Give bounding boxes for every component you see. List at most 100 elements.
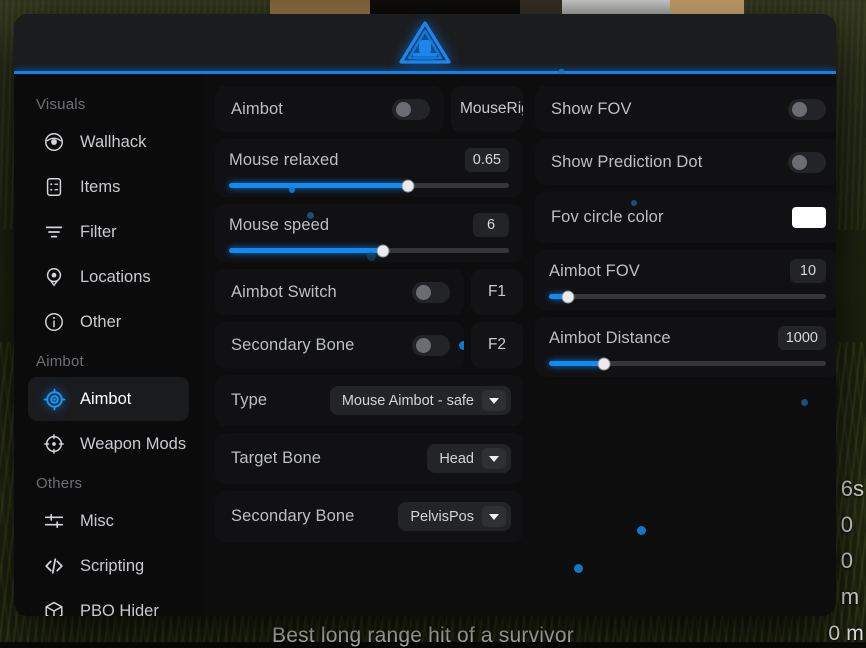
sidebar-item-label: Filter bbox=[80, 223, 117, 242]
type-label: Type bbox=[231, 391, 330, 410]
aimbot-switch-card[interactable]: Aimbot Switch bbox=[215, 269, 464, 315]
aimbot-switch-toggle[interactable] bbox=[412, 282, 450, 303]
aimbot-keybind[interactable]: MouseRight bbox=[451, 86, 523, 132]
secondary-bone-toggle-label: Secondary Bone bbox=[231, 336, 412, 355]
secondary-bone-value: PelvisPos bbox=[410, 509, 474, 525]
aimbot-switch-row: Aimbot Switch F1 bbox=[215, 269, 523, 315]
crosshair-icon bbox=[42, 432, 66, 456]
fov-settings-column: Show FOV Show Prediction Dot Fov circle … bbox=[535, 86, 836, 616]
slider-fill bbox=[549, 361, 604, 366]
aimbot-distance-label: Aimbot Distance bbox=[549, 329, 671, 348]
hud-stat-line: m bbox=[841, 584, 859, 610]
settings-content: Aimbot MouseRight Mouse relaxed 0.65 bbox=[203, 74, 836, 616]
slider-handle[interactable] bbox=[562, 290, 575, 303]
mouse-relaxed-label: Mouse relaxed bbox=[229, 151, 339, 170]
game-hud-distance: 0 m bbox=[828, 622, 864, 646]
show-prediction-dot-toggle[interactable] bbox=[788, 152, 826, 173]
secondary-bone-keybind-label: F2 bbox=[488, 336, 506, 354]
sidebar-group-label-others: Others bbox=[14, 467, 203, 498]
show-fov-label: Show FOV bbox=[551, 100, 788, 119]
secondary-bone-toggle-card[interactable]: Secondary Bone bbox=[215, 322, 464, 368]
fov-circle-color-swatch[interactable] bbox=[792, 207, 826, 228]
sidebar-item-misc[interactable]: Misc bbox=[28, 499, 189, 543]
secondary-bone-toggle[interactable] bbox=[412, 335, 450, 356]
aimbot-distance-value[interactable]: 1000 bbox=[778, 326, 826, 350]
aimbot-switch-keybind[interactable]: F1 bbox=[471, 269, 523, 315]
slider-handle[interactable] bbox=[402, 179, 415, 192]
menu-body: Visuals Wallhack bbox=[14, 74, 836, 616]
secondary-bone-keybind[interactable]: F2 bbox=[471, 322, 523, 368]
box-icon bbox=[42, 599, 66, 616]
target-bone-label: Target Bone bbox=[231, 449, 427, 468]
type-dropdown[interactable]: Mouse Aimbot - safe bbox=[330, 386, 511, 415]
aimbot-fov-card: Aimbot FOV 10 bbox=[535, 250, 836, 310]
sidebar-item-locations[interactable]: Locations bbox=[28, 255, 189, 299]
aimbot-fov-value[interactable]: 10 bbox=[790, 259, 826, 283]
sidebar-item-label: Items bbox=[80, 178, 120, 197]
show-prediction-dot-label: Show Prediction Dot bbox=[551, 153, 788, 172]
sidebar-item-label: Scripting bbox=[80, 557, 144, 576]
sidebar-item-wallhack[interactable]: Wallhack bbox=[28, 120, 189, 164]
aimbot-toggle[interactable] bbox=[392, 99, 430, 120]
aimbot-fov-slider[interactable] bbox=[549, 294, 826, 299]
aimbot-fov-label: Aimbot FOV bbox=[549, 262, 640, 281]
mouse-relaxed-value[interactable]: 0.65 bbox=[465, 148, 509, 172]
hud-stat-line: 0 bbox=[841, 548, 853, 574]
chevron-down-icon[interactable] bbox=[482, 506, 506, 527]
sidebar-navigation: Visuals Wallhack bbox=[14, 74, 203, 616]
code-icon bbox=[42, 554, 66, 578]
map-pin-icon bbox=[42, 265, 66, 289]
slider-fill bbox=[229, 248, 383, 253]
sidebar-item-aimbot[interactable]: Aimbot bbox=[28, 377, 189, 421]
target-icon bbox=[42, 387, 66, 411]
show-prediction-dot-card[interactable]: Show Prediction Dot bbox=[535, 139, 836, 185]
show-fov-toggle[interactable] bbox=[788, 99, 826, 120]
mouse-speed-value[interactable]: 6 bbox=[473, 213, 509, 237]
cheat-menu-window: Visuals Wallhack bbox=[14, 14, 836, 616]
sidebar-item-label: Locations bbox=[80, 268, 151, 287]
mouse-relaxed-slider[interactable] bbox=[229, 183, 509, 188]
aimbot-distance-card: Aimbot Distance 1000 bbox=[535, 317, 836, 377]
slider-handle[interactable] bbox=[377, 244, 390, 257]
sidebar-item-label: Wallhack bbox=[80, 133, 146, 152]
aimbot-toggle-card[interactable]: Aimbot bbox=[215, 86, 444, 132]
aimbot-distance-slider[interactable] bbox=[549, 361, 826, 366]
aimbot-row: Aimbot MouseRight bbox=[215, 86, 523, 132]
sidebar-item-pbo-hider[interactable]: PBO Hider bbox=[28, 589, 189, 616]
aimbot-keybind-label: MouseRight bbox=[460, 100, 523, 118]
target-bone-value: Head bbox=[439, 451, 474, 467]
secondary-bone-dropdown[interactable]: PelvisPos bbox=[398, 502, 511, 531]
mouse-relaxed-card: Mouse relaxed 0.65 bbox=[215, 139, 523, 197]
sidebar-group-label-visuals: Visuals bbox=[14, 88, 203, 119]
aimbot-settings-column: Aimbot MouseRight Mouse relaxed 0.65 bbox=[215, 86, 523, 616]
aimbot-switch-keybind-label: F1 bbox=[488, 283, 506, 301]
show-fov-card[interactable]: Show FOV bbox=[535, 86, 836, 132]
hud-stat-line: 6s bbox=[841, 476, 864, 502]
secondary-bone-select-label: Secondary Bone bbox=[231, 507, 398, 526]
secondary-bone-select-card: Secondary Bone PelvisPos bbox=[215, 491, 523, 542]
slider-handle[interactable] bbox=[598, 357, 611, 370]
aimbot-switch-label: Aimbot Switch bbox=[231, 283, 412, 302]
mouse-speed-slider[interactable] bbox=[229, 248, 509, 253]
target-bone-dropdown[interactable]: Head bbox=[427, 444, 511, 473]
sidebar-item-items[interactable]: Items bbox=[28, 165, 189, 209]
sidebar-item-label: Aimbot bbox=[80, 390, 131, 409]
game-hud-right-stats: 6s 0 0 m bbox=[841, 476, 864, 610]
list-icon bbox=[42, 175, 66, 199]
chevron-down-icon[interactable] bbox=[482, 448, 506, 469]
sidebar-item-other[interactable]: Other bbox=[28, 300, 189, 344]
mouse-speed-label: Mouse speed bbox=[229, 216, 329, 235]
sidebar-item-weapon-mods[interactable]: Weapon Mods bbox=[28, 422, 189, 466]
type-value: Mouse Aimbot - safe bbox=[342, 393, 474, 409]
particle-dot bbox=[367, 252, 376, 261]
particle-dot bbox=[631, 200, 637, 206]
sidebar-item-scripting[interactable]: Scripting bbox=[28, 544, 189, 588]
type-card: Type Mouse Aimbot - safe bbox=[215, 375, 523, 426]
sidebar-item-label: PBO Hider bbox=[80, 602, 159, 617]
sidebar-item-label: Other bbox=[80, 313, 121, 332]
hud-stat-line: 0 bbox=[841, 512, 853, 538]
eye-icon bbox=[42, 130, 66, 154]
sidebar-item-filter[interactable]: Filter bbox=[28, 210, 189, 254]
slider-fill bbox=[229, 183, 408, 188]
chevron-down-icon[interactable] bbox=[482, 390, 506, 411]
